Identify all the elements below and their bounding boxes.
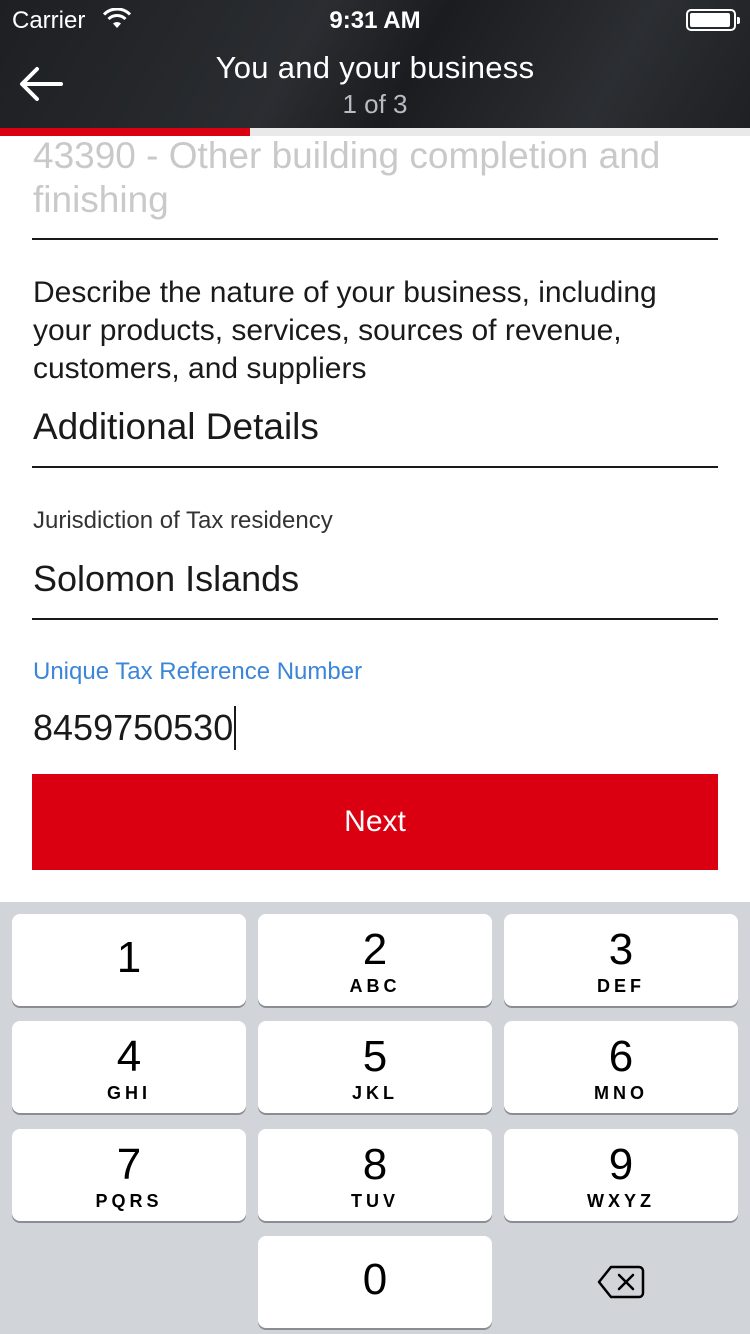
- key-0[interactable]: 0: [258, 1236, 492, 1328]
- step-indicator: 1 of 3: [342, 89, 408, 119]
- key-letters: MNO: [594, 1083, 648, 1103]
- key-digit: 9: [608, 1140, 634, 1189]
- key-letters: JKL: [351, 1083, 398, 1103]
- key-3[interactable]: 3 DEF: [504, 914, 738, 1006]
- key-letters: WXYZ: [587, 1191, 655, 1211]
- page-title: You and your business: [215, 50, 535, 85]
- key-digit: 7: [116, 1140, 142, 1189]
- key-7[interactable]: 7 PQRS: [12, 1129, 246, 1221]
- tax-residency-label: Jurisdiction of Tax residency: [33, 507, 333, 534]
- key-digit: 6: [608, 1032, 634, 1081]
- key-digit: 1: [116, 933, 142, 982]
- key-digit: 0: [362, 1255, 388, 1304]
- key-letters: ABC: [349, 976, 401, 996]
- key-digit: 5: [362, 1032, 388, 1081]
- text-caret: [234, 706, 237, 750]
- tax-ref-label: Unique Tax Reference Number: [33, 658, 363, 685]
- tax-ref-input[interactable]: 8459750530: [33, 706, 237, 750]
- status-bar: Carrier 9:31 AM: [0, 0, 750, 40]
- key-digit: 2: [362, 925, 388, 974]
- key-digit: 3: [608, 925, 634, 974]
- key-letters: PQRS: [95, 1191, 163, 1211]
- tax-residency-field[interactable]: Solomon Islands: [33, 558, 299, 600]
- key-letters: TUV: [351, 1191, 399, 1211]
- status-time: 9:31 AM: [329, 7, 421, 34]
- key-letters: DEF: [597, 976, 645, 996]
- next-button[interactable]: Next: [32, 774, 718, 870]
- describe-prompt: Describe the nature of your business, in…: [33, 276, 657, 385]
- field-underline: [32, 238, 718, 240]
- key-8[interactable]: 8 TUV: [258, 1129, 492, 1221]
- battery-icon: [686, 9, 740, 31]
- key-digit: 4: [116, 1032, 142, 1081]
- business-code-field[interactable]: 43390 - Other building completion and fi…: [33, 136, 723, 222]
- key-6[interactable]: 6 MNO: [504, 1021, 738, 1113]
- key-9[interactable]: 9 WXYZ: [504, 1129, 738, 1221]
- key-1[interactable]: 1: [12, 914, 246, 1006]
- numeric-keypad: 1 2 ABC 3 DEF 4 GHI 5 JKL 6 MNO 7 PQRS 8…: [0, 902, 750, 1334]
- business-form: 43390 - Other building completion and fi…: [0, 136, 750, 902]
- tax-ref-value: 8459750530: [33, 707, 234, 748]
- delete-key[interactable]: [504, 1236, 738, 1328]
- field-underline: [32, 466, 718, 468]
- field-underline: [32, 618, 718, 620]
- app-header: Carrier 9:31 AM You and your business 1 …: [0, 0, 750, 128]
- key-digit: 8: [362, 1140, 388, 1189]
- key-letters: GHI: [106, 1083, 151, 1103]
- additional-details-field[interactable]: Additional Details: [33, 406, 319, 448]
- progress-bar: [0, 128, 750, 136]
- key-5[interactable]: 5 JKL: [258, 1021, 492, 1113]
- key-2[interactable]: 2 ABC: [258, 914, 492, 1006]
- progress-fill: [0, 128, 250, 136]
- backspace-icon: [597, 1265, 645, 1299]
- key-4[interactable]: 4 GHI: [12, 1021, 246, 1113]
